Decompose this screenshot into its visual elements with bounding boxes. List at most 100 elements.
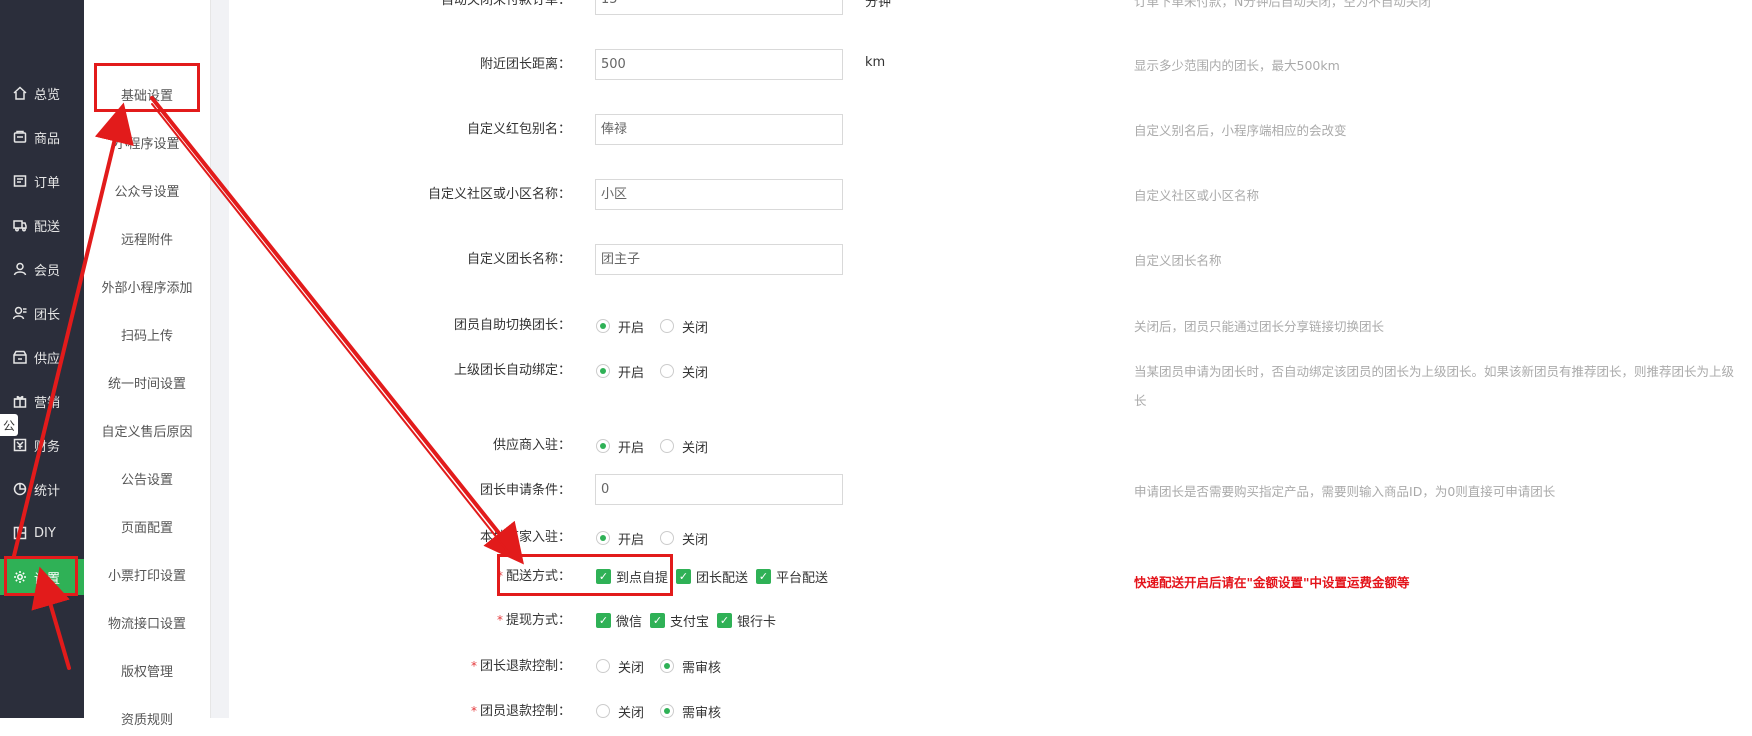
leader-refund-label-text: 团长退款控制： — [479, 659, 571, 674]
distance-input[interactable]: 500 — [595, 49, 843, 80]
withdraw-wechat[interactable]: ✓ 微信 — [596, 611, 642, 630]
radio-checked[interactable] — [596, 531, 610, 545]
option-label: 团长配送 — [696, 570, 749, 586]
subnav-item-scan-upload[interactable]: 扫码上传 — [84, 316, 210, 352]
subnav-item-remote-attachment[interactable]: 远程附件 — [84, 220, 210, 256]
community-help: 自定义社区或小区名称 — [1134, 188, 1260, 203]
required-mark: * — [470, 704, 477, 718]
subnav-item-page-config[interactable]: 页面配置 — [84, 508, 210, 544]
nav-item-overview[interactable]: 总览 — [0, 75, 84, 111]
switch-leader-radios: 开启 关闭 — [596, 316, 724, 336]
subnav-item-miniprogram[interactable]: 小程序设置 — [84, 124, 210, 160]
switch-leader-off[interactable]: 关闭 — [660, 317, 708, 336]
member-refund-radios: 关闭 需审核 — [596, 701, 737, 721]
nav-item-label: 财务 — [34, 439, 61, 455]
distance-help: 显示多少范围内的团长，最大500km — [1134, 58, 1340, 73]
home-icon — [12, 85, 28, 101]
delivery-warning: 快递配送开启后请在"金额设置"中设置运费金额等 — [1134, 575, 1410, 590]
radio-unchecked[interactable] — [660, 531, 675, 545]
radio-checked[interactable] — [596, 319, 610, 333]
community-input[interactable]: 小区 — [595, 179, 843, 210]
checkbox-checked-icon[interactable]: ✓ — [676, 568, 692, 584]
supplier-label: 供应商入驻： — [492, 438, 571, 453]
annotation-box-delivery-pickup — [497, 554, 673, 596]
nav-item-delivery[interactable]: 配送 — [0, 207, 84, 243]
withdraw-label: * 提现方式： — [497, 610, 571, 630]
leader-refund-review[interactable]: 需审核 — [660, 657, 721, 676]
required-mark: * — [470, 659, 477, 673]
subnav-item-copyright[interactable]: 版权管理 — [84, 652, 210, 688]
nav-item-goods[interactable]: 商品 — [0, 119, 84, 155]
delivery-leader[interactable]: ✓ 团长配送 — [676, 567, 748, 586]
switch-leader-label: 团员自助切换团长： — [453, 318, 571, 333]
leader-refund-off[interactable]: 关闭 — [596, 657, 644, 676]
checkbox-checked-icon[interactable]: ✓ — [756, 568, 772, 584]
subnav-item-logistics-api[interactable]: 物流接口设置 — [84, 604, 210, 640]
annotation-box-basic-settings — [94, 63, 200, 112]
auto-bind-radios: 开启 关闭 — [596, 361, 724, 381]
leader-icon — [12, 305, 28, 321]
leader-name-input[interactable]: 团主子 — [595, 244, 843, 275]
delivery-icon — [12, 217, 28, 233]
apply-cond-help: 申请团长是否需要购买指定产品，需要则输入商品ID，为0则直接可申请团长 — [1134, 484, 1556, 499]
subnav-item-official-account[interactable]: 公众号设置 — [84, 172, 210, 208]
nav-item-label: 供应 — [34, 351, 61, 367]
radio-checked[interactable] — [660, 704, 675, 718]
radio-unchecked[interactable] — [660, 439, 675, 453]
nav-item-supply[interactable]: 供应 — [0, 339, 84, 375]
annotation-arrows — [12, 96, 524, 670]
option-label: 需审核 — [682, 660, 722, 676]
auto-bind-help-line2: 长 — [1134, 393, 1147, 408]
radio-unchecked[interactable] — [596, 659, 610, 673]
switch-leader-help: 关闭后，团员只能通过团长分享链接切换团长 — [1134, 319, 1385, 334]
nav-item-stats[interactable]: 统计 — [0, 471, 84, 507]
apply-cond-input[interactable]: 0 — [595, 474, 843, 505]
subnav-item-receipt-print[interactable]: 小票打印设置 — [84, 556, 210, 592]
subnav-item-notice[interactable]: 公告设置 — [84, 460, 210, 496]
subnav-item-external-miniprogram[interactable]: 外部小程序添加 — [84, 268, 210, 304]
nav-item-label: 营销 — [34, 395, 61, 411]
leader-name-label: 自定义团长名称： — [466, 252, 571, 267]
nav-item-label: 会员 — [34, 263, 61, 279]
checkbox-checked-icon[interactable]: ✓ — [717, 612, 733, 628]
apply-cond-label: 团长申请条件： — [479, 483, 571, 498]
auto-bind-on[interactable]: 开启 — [596, 362, 644, 381]
radio-checked[interactable] — [660, 659, 675, 673]
checkbox-checked-icon[interactable]: ✓ — [596, 612, 611, 628]
redpack-input[interactable]: 俸禄 — [595, 114, 843, 145]
nav-item-leader[interactable]: 团长 — [0, 295, 84, 331]
checkbox-checked-icon[interactable]: ✓ — [650, 612, 666, 628]
subnav-item-time-settings[interactable]: 统一时间设置 — [84, 364, 210, 400]
auto-bind-off[interactable]: 关闭 — [660, 362, 708, 381]
local-merchant-off[interactable]: 关闭 — [660, 529, 708, 548]
switch-leader-on[interactable]: 开启 — [596, 317, 644, 336]
nav-item-label: 总览 — [34, 87, 61, 103]
nav-item-member[interactable]: 会员 — [0, 251, 84, 287]
nav-item-order[interactable]: 订单 — [0, 163, 84, 199]
radio-checked[interactable] — [596, 439, 610, 453]
local-merchant-radios: 开启 关闭 — [596, 528, 724, 548]
withdraw-alipay[interactable]: ✓ 支付宝 — [650, 611, 709, 630]
radio-checked[interactable] — [596, 364, 610, 378]
nav-item-label: 团长 — [34, 307, 61, 323]
finance-icon — [12, 437, 28, 453]
delivery-platform[interactable]: ✓ 平台配送 — [756, 567, 828, 586]
distance-unit: km — [865, 55, 886, 70]
radio-unchecked[interactable] — [660, 319, 675, 333]
auto-close-help: 订单下单未付款，N分钟后自动关闭，空为不自动关闭 — [1134, 0, 1431, 9]
radio-unchecked[interactable] — [660, 364, 675, 378]
option-label: 关闭 — [618, 660, 645, 676]
radio-unchecked[interactable] — [596, 704, 610, 718]
subnav-item-qualification[interactable]: 资质规则 — [84, 700, 210, 736]
subnav-item-aftersale-reasons[interactable]: 自定义售后原因 — [84, 412, 210, 448]
withdraw-bankcard[interactable]: ✓ 银行卡 — [717, 611, 776, 630]
nav-item-diy[interactable]: DIY — [0, 515, 84, 551]
member-refund-label: * 团员退款控制： — [471, 701, 571, 721]
annotation-box-settings-nav — [4, 556, 78, 596]
local-merchant-on[interactable]: 开启 — [596, 529, 644, 548]
option-label: 关闭 — [682, 365, 709, 381]
auto-close-input[interactable]: 15 — [595, 0, 843, 15]
required-mark: * — [496, 613, 503, 627]
supplier-off[interactable]: 关闭 — [660, 437, 708, 456]
supplier-on[interactable]: 开启 — [596, 437, 644, 456]
